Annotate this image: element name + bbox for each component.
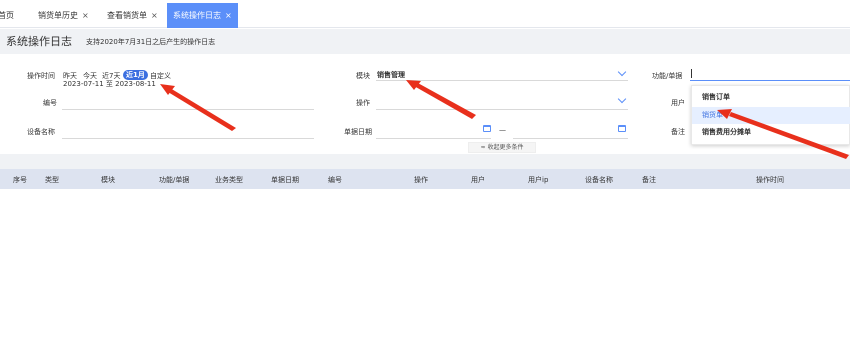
- device-input[interactable]: [62, 138, 314, 139]
- chevron-down-icon[interactable]: [617, 94, 627, 104]
- module-label: 模块: [356, 72, 370, 80]
- doc-date-start[interactable]: [376, 138, 491, 139]
- collapse-label: 收起更多条件: [487, 144, 524, 151]
- tab-label: 查看销货单: [107, 11, 147, 20]
- tab-sales-history[interactable]: 销货单历史 ×: [38, 4, 89, 28]
- operation-select[interactable]: [376, 109, 628, 110]
- tab-home[interactable]: 首页: [0, 4, 14, 28]
- column-header[interactable]: 类型: [45, 175, 59, 185]
- tab-view-sales-slip[interactable]: 查看销货单 ×: [107, 4, 158, 28]
- operation-label: 操作: [356, 99, 370, 107]
- doc-date-label: 单据日期: [344, 128, 372, 136]
- function-label: 功能/单据: [652, 72, 683, 80]
- user-label: 用户: [671, 99, 685, 107]
- section-divider: [0, 154, 850, 169]
- tab-label: 销货单历史: [38, 11, 78, 20]
- double-chevron-up-icon: ≈: [480, 144, 486, 151]
- tab-operation-log[interactable]: 系统操作日志 ×: [167, 3, 238, 28]
- dropdown-item-sales-order[interactable]: 销售订单: [692, 89, 850, 106]
- op-time-label: 操作时间: [27, 72, 55, 80]
- calendar-icon[interactable]: [618, 125, 626, 132]
- column-header[interactable]: 备注: [642, 175, 656, 185]
- device-label: 设备名称: [27, 128, 55, 136]
- tab-label: 系统操作日志: [173, 11, 221, 20]
- column-header[interactable]: 功能/单据: [159, 175, 189, 185]
- module-underline: [376, 80, 628, 81]
- date-separator: —: [499, 126, 506, 134]
- module-select[interactable]: 销售管理: [377, 70, 405, 80]
- code-label: 编号: [43, 99, 57, 107]
- page-header: 系统操作日志 支持2020年7月31日之后产生的操作日志: [0, 29, 850, 54]
- column-header[interactable]: 编号: [328, 175, 342, 185]
- tab-label: 首页: [0, 11, 14, 20]
- column-header[interactable]: 序号: [13, 175, 27, 185]
- column-header[interactable]: 操作: [414, 175, 428, 185]
- column-header[interactable]: 单据日期: [271, 175, 299, 185]
- column-header[interactable]: 设备名称: [585, 175, 613, 185]
- column-header[interactable]: 业务类型: [215, 175, 243, 185]
- close-icon[interactable]: ×: [225, 11, 232, 20]
- function-dropdown: 销售订单 销货单 销售费用分摊单: [691, 85, 850, 145]
- remark-label: 备注: [671, 128, 685, 136]
- page-title: 系统操作日志: [6, 35, 72, 48]
- doc-date-end[interactable]: [513, 138, 628, 139]
- close-icon[interactable]: ×: [151, 11, 158, 20]
- column-header[interactable]: 操作时间: [756, 175, 784, 185]
- dropdown-item-expense-allocation[interactable]: 销售费用分摊单: [692, 124, 850, 141]
- tab-bar: 首页 销货单历史 × 查看销货单 × 系统操作日志 ×: [0, 0, 850, 28]
- op-time-range: 2023-07-11 至 2023-08-11: [63, 80, 156, 88]
- close-icon[interactable]: ×: [82, 11, 89, 20]
- column-header[interactable]: 用户: [471, 175, 485, 185]
- table-body: [0, 189, 850, 339]
- column-header[interactable]: 用户ip: [528, 175, 548, 185]
- column-header[interactable]: 模块: [101, 175, 115, 185]
- table-header: 序号 类型 模块 功能/单据 业务类型 单据日期 编号 操作 用户 用户ip 设…: [0, 169, 850, 189]
- collapse-conditions-button[interactable]: ≈ 收起更多条件: [468, 142, 536, 153]
- chevron-down-icon[interactable]: [617, 67, 627, 77]
- function-input-cursor: [691, 69, 692, 78]
- page-subtitle: 支持2020年7月31日之后产生的操作日志: [86, 38, 216, 46]
- function-input[interactable]: [690, 80, 850, 81]
- dropdown-item-sales-slip[interactable]: 销货单: [692, 107, 850, 124]
- calendar-icon[interactable]: [483, 125, 491, 132]
- code-input[interactable]: [62, 109, 314, 110]
